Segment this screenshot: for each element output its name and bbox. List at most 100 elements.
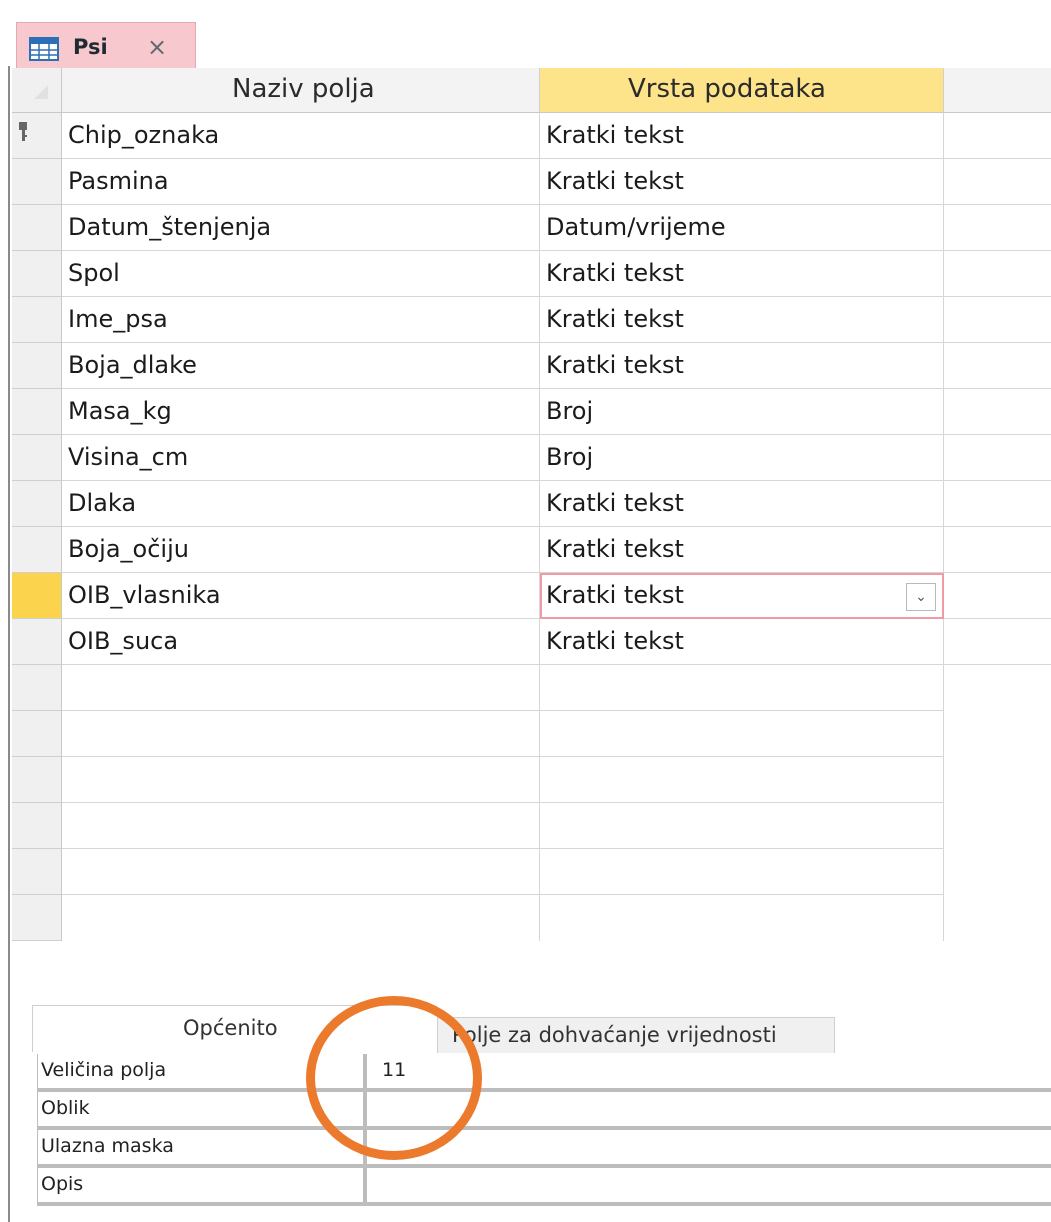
- table-row[interactable]: Boja_dlake Kratki tekst: [12, 343, 1051, 389]
- empty-row[interactable]: [12, 803, 1051, 849]
- empty-row[interactable]: [12, 711, 1051, 757]
- description-cell[interactable]: [944, 665, 1051, 711]
- description-cell[interactable]: [944, 251, 1051, 297]
- row-selector[interactable]: [12, 849, 62, 895]
- row-selector[interactable]: [12, 481, 62, 527]
- field-name-cell[interactable]: OIB_vlasnika: [62, 573, 540, 619]
- description-cell[interactable]: [944, 343, 1051, 389]
- description-cell[interactable]: [944, 895, 1051, 941]
- field-name-cell[interactable]: [62, 757, 540, 803]
- data-type-cell[interactable]: [540, 849, 944, 895]
- field-name-cell[interactable]: OIB_suca: [62, 619, 540, 665]
- data-type-cell[interactable]: Kratki tekst: [540, 527, 944, 573]
- table-row[interactable]: Boja_očiju Kratki tekst: [12, 527, 1051, 573]
- row-selector[interactable]: [12, 757, 62, 803]
- table-row[interactable]: Datum_štenjenja Datum/vrijeme: [12, 205, 1051, 251]
- field-name-cell[interactable]: Datum_štenjenja: [62, 205, 540, 251]
- field-name-cell[interactable]: [62, 665, 540, 711]
- row-selector[interactable]: [12, 711, 62, 757]
- table-row[interactable]: Dlaka Kratki tekst: [12, 481, 1051, 527]
- property-value[interactable]: 11: [382, 1059, 406, 1081]
- data-type-cell[interactable]: Kratki tekst: [540, 343, 944, 389]
- field-name-cell[interactable]: Visina_cm: [62, 435, 540, 481]
- empty-row[interactable]: [12, 895, 1051, 941]
- description-cell[interactable]: [944, 297, 1051, 343]
- row-selector[interactable]: [12, 803, 62, 849]
- empty-row[interactable]: [12, 849, 1051, 895]
- row-selector[interactable]: [12, 895, 62, 941]
- table-row[interactable]: Visina_cm Broj: [12, 435, 1051, 481]
- row-selector[interactable]: [12, 527, 62, 573]
- field-name-cell[interactable]: [62, 849, 540, 895]
- tab-lookup[interactable]: Polje za dohvaćanje vrijednosti: [437, 1017, 835, 1053]
- property-row[interactable]: Oblik: [37, 1092, 1051, 1130]
- description-cell[interactable]: [944, 711, 1051, 757]
- property-row[interactable]: Opis: [37, 1168, 1051, 1206]
- row-selector[interactable]: [12, 665, 62, 711]
- table-row[interactable]: OIB_suca Kratki tekst: [12, 619, 1051, 665]
- field-name-cell[interactable]: [62, 895, 540, 941]
- table-row[interactable]: Ime_psa Kratki tekst: [12, 297, 1051, 343]
- table-row-current[interactable]: OIB_vlasnika Kratki tekst ⌄: [12, 573, 1051, 619]
- empty-row[interactable]: [12, 757, 1051, 803]
- data-type-cell[interactable]: [540, 803, 944, 849]
- row-selector[interactable]: [12, 435, 62, 481]
- description-cell[interactable]: [944, 573, 1051, 619]
- field-name-cell[interactable]: Chip_oznaka: [62, 113, 540, 159]
- field-name-cell[interactable]: Boja_očiju: [62, 527, 540, 573]
- table-row[interactable]: Masa_kg Broj: [12, 389, 1051, 435]
- field-name-cell[interactable]: Boja_dlake: [62, 343, 540, 389]
- table-row[interactable]: Spol Kratki tekst: [12, 251, 1051, 297]
- data-type-cell[interactable]: Broj: [540, 435, 944, 481]
- description-cell[interactable]: [944, 849, 1051, 895]
- field-name-cell[interactable]: Spol: [62, 251, 540, 297]
- data-type-cell[interactable]: Kratki tekst: [540, 481, 944, 527]
- row-selector[interactable]: [12, 343, 62, 389]
- field-name-cell[interactable]: Dlaka: [62, 481, 540, 527]
- row-selector[interactable]: [12, 389, 62, 435]
- description-cell[interactable]: [944, 435, 1051, 481]
- data-type-cell[interactable]: Broj: [540, 389, 944, 435]
- data-type-cell[interactable]: Kratki tekst: [540, 159, 944, 205]
- description-cell[interactable]: [944, 803, 1051, 849]
- row-selector-header[interactable]: [12, 68, 62, 113]
- data-type-cell[interactable]: [540, 711, 944, 757]
- table-row[interactable]: Pasmina Kratki tekst: [12, 159, 1051, 205]
- description-cell[interactable]: [944, 389, 1051, 435]
- description-cell[interactable]: [944, 481, 1051, 527]
- property-row[interactable]: Ulazna maska: [37, 1130, 1051, 1168]
- description-cell[interactable]: [944, 205, 1051, 251]
- data-type-cell[interactable]: Kratki tekst: [540, 251, 944, 297]
- description-cell[interactable]: [944, 159, 1051, 205]
- row-selector[interactable]: [12, 113, 62, 159]
- row-selector[interactable]: [12, 297, 62, 343]
- description-cell[interactable]: [944, 619, 1051, 665]
- field-name-cell[interactable]: [62, 711, 540, 757]
- data-type-cell[interactable]: [540, 895, 944, 941]
- data-type-cell[interactable]: Kratki tekst: [540, 297, 944, 343]
- row-selector[interactable]: [12, 251, 62, 297]
- close-icon[interactable]: ×: [147, 33, 167, 61]
- row-selector-current[interactable]: [12, 573, 62, 619]
- tab-general[interactable]: Općenito: [32, 1005, 432, 1052]
- field-name-cell[interactable]: Pasmina: [62, 159, 540, 205]
- description-cell[interactable]: [944, 757, 1051, 803]
- row-selector[interactable]: [12, 205, 62, 251]
- description-cell[interactable]: [944, 527, 1051, 573]
- data-type-cell[interactable]: Kratki tekst: [540, 113, 944, 159]
- row-selector[interactable]: [12, 159, 62, 205]
- data-type-dropdown[interactable]: Kratki tekst ⌄: [540, 573, 944, 619]
- empty-row[interactable]: [12, 665, 1051, 711]
- field-name-cell[interactable]: Masa_kg: [62, 389, 540, 435]
- field-name-cell[interactable]: Ime_psa: [62, 297, 540, 343]
- description-cell[interactable]: [944, 113, 1051, 159]
- property-row[interactable]: Veličina polja 11: [37, 1054, 1051, 1092]
- data-type-cell[interactable]: [540, 665, 944, 711]
- data-type-cell[interactable]: Kratki tekst: [540, 619, 944, 665]
- data-type-cell[interactable]: [540, 757, 944, 803]
- field-name-cell[interactable]: [62, 803, 540, 849]
- data-type-cell[interactable]: Datum/vrijeme: [540, 205, 944, 251]
- table-row[interactable]: Chip_oznaka Kratki tekst: [12, 113, 1051, 159]
- row-selector[interactable]: [12, 619, 62, 665]
- chevron-down-icon[interactable]: ⌄: [906, 583, 936, 611]
